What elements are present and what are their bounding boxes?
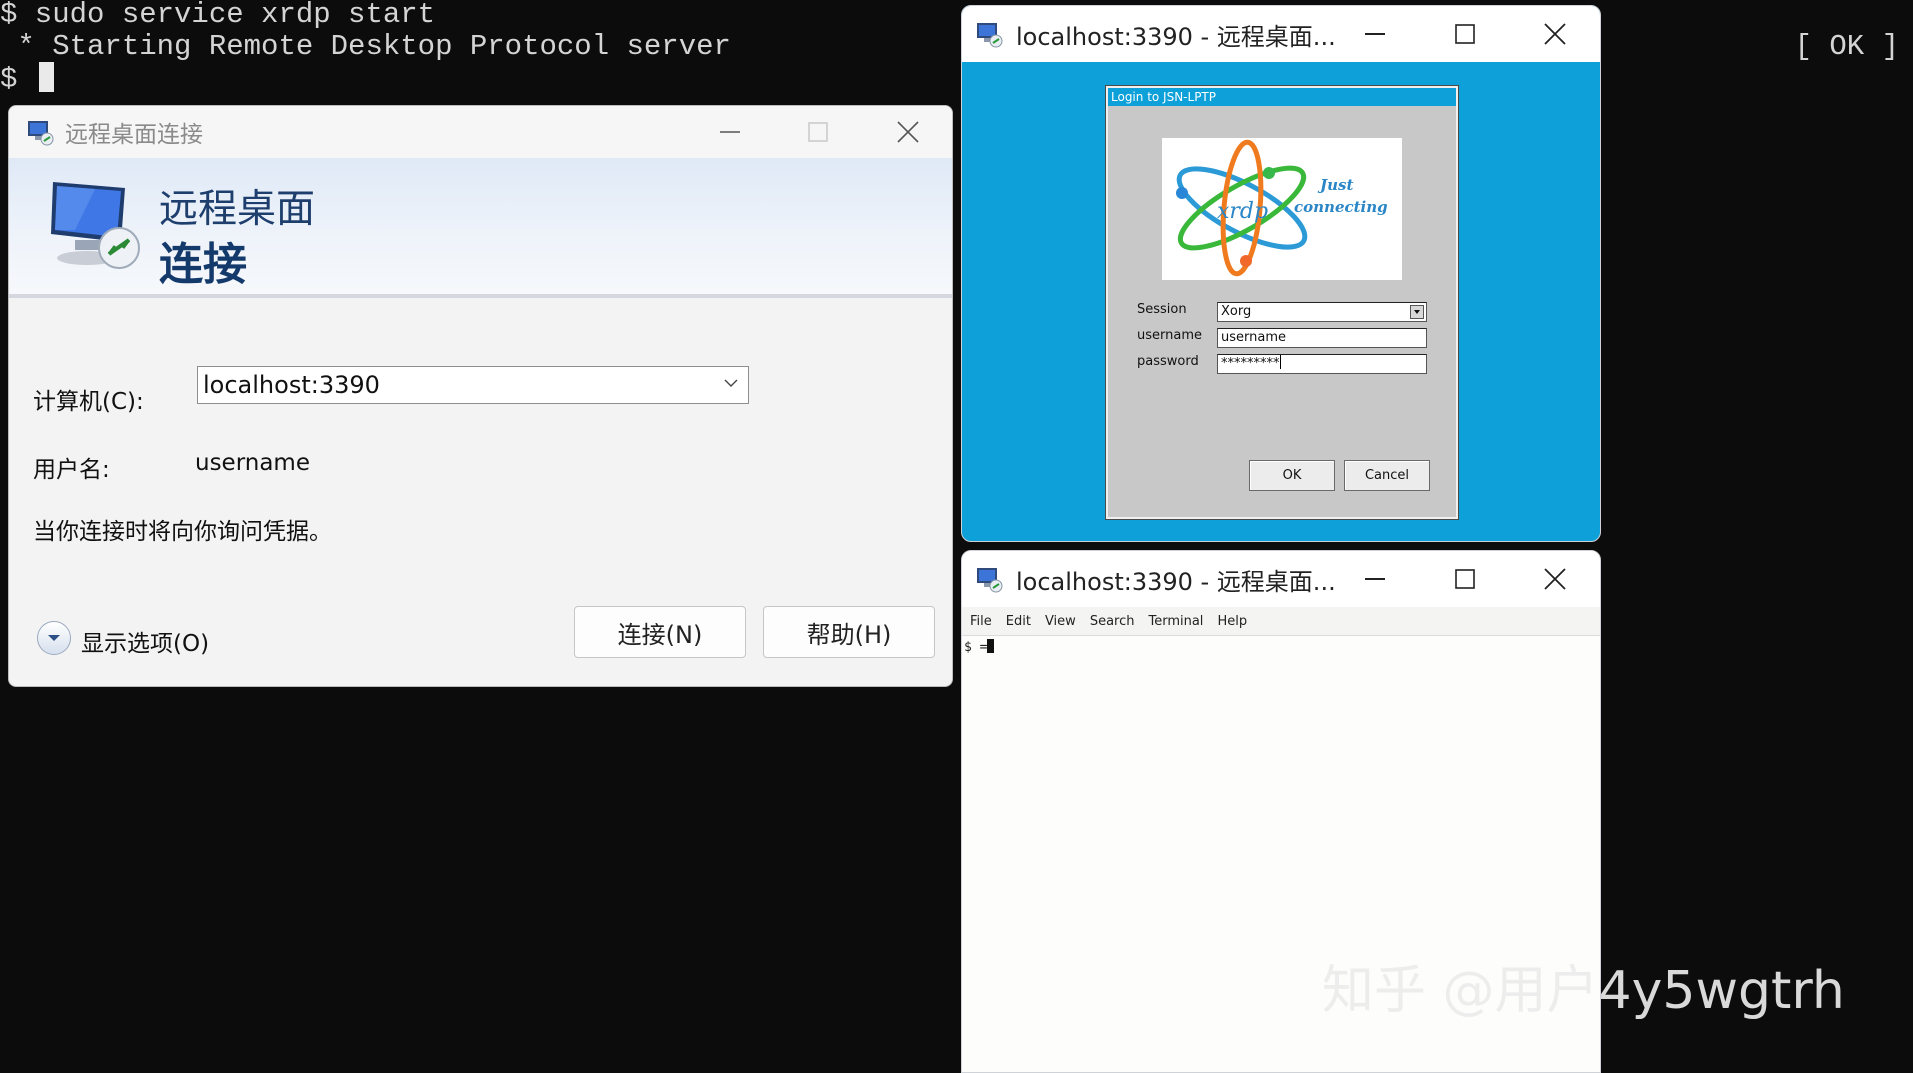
chevron-down-icon — [48, 635, 60, 641]
close-button[interactable] — [864, 106, 952, 158]
login-dialog-title: Login to JSN-LPTP — [1108, 88, 1456, 106]
help-button[interactable]: 帮助(H) — [763, 606, 935, 658]
login-ok-button[interactable]: OK — [1249, 460, 1335, 491]
minimize-button[interactable] — [1330, 551, 1420, 607]
maximize-icon — [1455, 569, 1475, 589]
terminal-prompt: $ — [0, 63, 35, 96]
computer-label: 计算机(C): — [33, 389, 144, 415]
session-select[interactable]: Xorg — [1217, 302, 1427, 322]
password-label: password — [1137, 354, 1199, 369]
password-value: ********* — [1221, 356, 1280, 371]
text-caret — [1279, 355, 1281, 369]
menu-help[interactable]: Help — [1217, 614, 1247, 629]
remote-desktop-app-icon — [977, 568, 1003, 593]
close-icon — [897, 121, 919, 143]
minimize-button[interactable] — [686, 106, 774, 158]
terminal-cursor — [38, 62, 54, 92]
logo-tagline-1: Just — [1317, 176, 1353, 194]
xrdp-atom-logo-icon: xrdp Just connecting — [1176, 139, 1388, 277]
close-icon — [1544, 568, 1566, 590]
maximize-icon — [1455, 24, 1475, 44]
menu-search[interactable]: Search — [1090, 614, 1135, 629]
chevron-down-icon — [724, 379, 738, 387]
terminal-prompt-line: $ — [0, 62, 54, 96]
session-value: Xorg — [1221, 304, 1252, 319]
menu-edit[interactable]: Edit — [1006, 614, 1031, 629]
remote-desktop-app-icon — [28, 121, 54, 146]
username-value: username — [195, 450, 310, 476]
rdc-banner: 远程桌面 连接 — [9, 158, 952, 298]
rdc-titlebar[interactable]: 远程桌面连接 — [9, 106, 952, 158]
username-input[interactable]: username — [1217, 328, 1427, 348]
computer-value: localhost:3390 — [203, 371, 380, 399]
maximize-icon — [808, 122, 828, 142]
show-options-toggle[interactable] — [37, 621, 71, 655]
remote-window-title: localhost:3390 - 远程桌面... — [1016, 22, 1336, 51]
minimize-icon — [1365, 33, 1385, 35]
credentials-note: 当你连接时将向你询问凭据。 — [33, 519, 332, 545]
remote-desktop-app-icon — [977, 23, 1003, 48]
menu-terminal[interactable]: Terminal — [1148, 614, 1203, 629]
terminal-content[interactable]: $ = — [964, 639, 995, 655]
remote-window-titlebar[interactable]: localhost:3390 - 远程桌面... — [962, 6, 1600, 62]
username-label: 用户名: — [33, 457, 110, 483]
chevron-down-icon — [1414, 310, 1420, 314]
terminal-line-output: * Starting Remote Desktop Protocol serve… — [0, 30, 731, 63]
banner-title-line1: 远程桌面 — [159, 187, 316, 232]
login-cancel-button[interactable]: Cancel — [1344, 460, 1430, 491]
rdc-window-title: 远程桌面连接 — [65, 122, 203, 148]
remote-desktop-monitor-icon — [51, 182, 140, 269]
password-input[interactable]: ********* — [1217, 354, 1427, 374]
terminal-cursor — [987, 639, 995, 653]
close-button[interactable] — [1510, 551, 1600, 607]
show-options-label[interactable]: 显示选项(O) — [81, 624, 209, 658]
minimize-icon — [720, 131, 740, 133]
maximize-button[interactable] — [1420, 551, 1510, 607]
logo-text: xrdp — [1217, 199, 1268, 224]
computer-combobox[interactable]: localhost:3390 — [197, 366, 749, 404]
connect-button[interactable]: 连接(N) — [574, 606, 746, 658]
terminal-line-command: $ sudo service xrdp start — [0, 0, 436, 31]
remote-desktop-connection-dialog: 远程桌面连接 远程桌面 连接 计算机(C): localhost:3390 用户… — [8, 105, 953, 687]
maximize-button[interactable] — [774, 106, 862, 158]
maximize-button[interactable] — [1420, 6, 1510, 62]
banner-title-line2: 连接 — [159, 239, 247, 290]
minimize-icon — [1365, 578, 1385, 580]
terminal-ok-status: [ OK ] — [1794, 30, 1899, 63]
minimize-button[interactable] — [1330, 6, 1420, 62]
username-label: username — [1137, 328, 1202, 343]
xrdp-login-dialog: Login to JSN-LPTP xrdp Just connecting S… — [1105, 85, 1459, 520]
close-icon — [1544, 23, 1566, 45]
terminal-window-title: localhost:3390 - 远程桌面... — [1016, 567, 1336, 596]
zhihu-watermark: 知乎 @用户4y5wgtrh — [1322, 961, 1845, 1021]
session-label: Session — [1137, 302, 1187, 317]
logo-tagline-2: connecting — [1294, 198, 1388, 216]
terminal-window-titlebar[interactable]: localhost:3390 - 远程桌面... — [962, 551, 1600, 607]
xrdp-logo: xrdp Just connecting — [1162, 138, 1402, 280]
terminal-prompt: $ = — [964, 640, 988, 655]
terminal-menubar: File Edit View Search Terminal Help — [962, 607, 1600, 636]
menu-file[interactable]: File — [970, 614, 992, 629]
remote-desktop-window-login: localhost:3390 - 远程桌面... Login to JSN-LP… — [961, 5, 1601, 542]
close-button[interactable] — [1510, 6, 1600, 62]
dropdown-button[interactable] — [1410, 305, 1424, 319]
menu-view[interactable]: View — [1045, 614, 1076, 629]
